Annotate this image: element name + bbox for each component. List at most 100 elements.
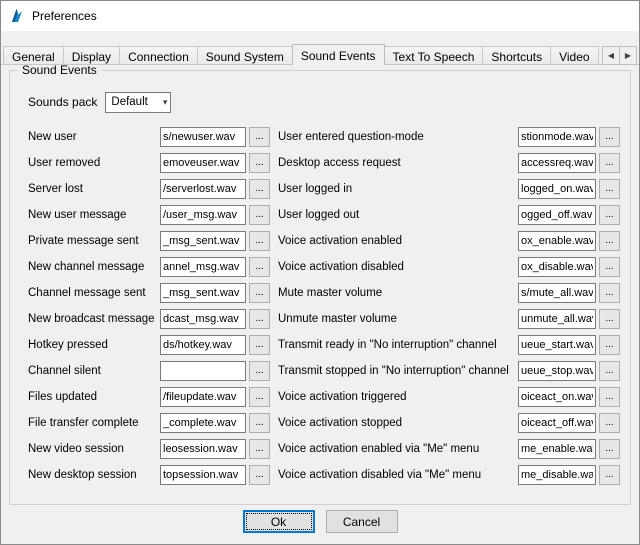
sound-file-input[interactable]	[160, 283, 246, 303]
group-title: Sound Events	[18, 63, 101, 77]
browse-button[interactable]: ...	[599, 387, 620, 407]
event-label: New user	[28, 131, 157, 143]
browse-button[interactable]: ...	[599, 335, 620, 355]
sound-file-input[interactable]	[518, 231, 596, 251]
browse-button[interactable]: ...	[599, 465, 620, 485]
tab-general[interactable]: General	[3, 46, 64, 65]
event-label: User entered question-mode	[278, 131, 515, 143]
browse-button[interactable]: ...	[249, 283, 270, 303]
sound-file-input[interactable]	[160, 127, 246, 147]
browse-button[interactable]: ...	[599, 205, 620, 225]
event-label: Files updated	[28, 391, 157, 403]
tab-scroll-control: ◀ ▶	[603, 46, 637, 65]
sound-file-input[interactable]	[160, 413, 246, 433]
sound-file-input[interactable]	[160, 257, 246, 277]
event-label: Voice activation disabled via "Me" menu	[278, 469, 515, 481]
row-transmit-ready: Transmit ready in "No interruption" chan…	[278, 332, 620, 358]
browse-button[interactable]: ...	[599, 309, 620, 329]
tab-scroll-left-icon[interactable]: ◀	[602, 46, 620, 65]
browse-button[interactable]: ...	[249, 231, 270, 251]
browse-button[interactable]: ...	[249, 465, 270, 485]
browse-button[interactable]: ...	[599, 257, 620, 277]
ok-button[interactable]: Ok	[243, 510, 315, 533]
browse-button[interactable]: ...	[599, 413, 620, 433]
sound-file-input[interactable]	[518, 465, 596, 485]
row-new-user-message: New user message ...	[28, 202, 270, 228]
sound-file-input[interactable]	[160, 205, 246, 225]
browse-button[interactable]: ...	[599, 439, 620, 459]
sound-file-input[interactable]	[518, 335, 596, 355]
sound-file-input[interactable]	[518, 387, 596, 407]
row-voice-activation-stopped: Voice activation stopped ...	[278, 410, 620, 436]
event-label: Voice activation enabled	[278, 235, 515, 247]
event-label: New desktop session	[28, 469, 157, 481]
sound-file-input[interactable]	[160, 335, 246, 355]
browse-button[interactable]: ...	[599, 283, 620, 303]
row-user-removed: User removed ...	[28, 150, 270, 176]
row-mute-master-volume: Mute master volume ...	[278, 280, 620, 306]
browse-button[interactable]: ...	[249, 335, 270, 355]
browse-button[interactable]: ...	[249, 387, 270, 407]
row-server-lost: Server lost ...	[28, 176, 270, 202]
sound-file-input[interactable]	[160, 387, 246, 407]
browse-button[interactable]: ...	[249, 257, 270, 277]
sound-file-input[interactable]	[518, 309, 596, 329]
browse-button[interactable]: ...	[249, 153, 270, 173]
browse-button[interactable]: ...	[249, 205, 270, 225]
sound-file-input[interactable]	[160, 361, 246, 381]
browse-button[interactable]: ...	[249, 309, 270, 329]
event-label: New channel message	[28, 261, 157, 273]
browse-button[interactable]: ...	[249, 413, 270, 433]
event-label: Server lost	[28, 183, 157, 195]
browse-button[interactable]: ...	[599, 153, 620, 173]
sounds-pack-select[interactable]: Default ▾	[105, 92, 171, 113]
window-title: Preferences	[32, 9, 97, 23]
tab-scroll-right-icon[interactable]: ▶	[619, 46, 637, 65]
event-label: Channel message sent	[28, 287, 157, 299]
event-label: New broadcast message	[28, 313, 157, 325]
sound-file-input[interactable]	[160, 153, 246, 173]
sound-file-input[interactable]	[160, 465, 246, 485]
sound-file-input[interactable]	[518, 205, 596, 225]
row-unmute-master-volume: Unmute master volume ...	[278, 306, 620, 332]
sound-file-input[interactable]	[518, 413, 596, 433]
browse-button[interactable]: ...	[249, 439, 270, 459]
row-transmit-stopped: Transmit stopped in "No interruption" ch…	[278, 358, 620, 384]
event-label: User logged out	[278, 209, 515, 221]
tab-shortcuts[interactable]: Shortcuts	[482, 46, 551, 65]
sound-file-input[interactable]	[160, 179, 246, 199]
browse-button[interactable]: ...	[249, 361, 270, 381]
sound-file-input[interactable]	[518, 361, 596, 381]
sound-file-input[interactable]	[518, 127, 596, 147]
browse-button[interactable]: ...	[599, 361, 620, 381]
browse-button[interactable]: ...	[249, 179, 270, 199]
tab-sound-system[interactable]: Sound System	[197, 46, 293, 65]
row-new-video-session: New video session ...	[28, 436, 270, 462]
browse-button[interactable]: ...	[599, 231, 620, 251]
browse-button[interactable]: ...	[599, 127, 620, 147]
sound-file-input[interactable]	[160, 231, 246, 251]
event-label: Mute master volume	[278, 287, 515, 299]
sound-events-group: Sound Events Sounds pack Default ▾ New u…	[9, 70, 631, 505]
tab-text-to-speech[interactable]: Text To Speech	[384, 46, 484, 65]
row-user-logged-out: User logged out ...	[278, 202, 620, 228]
row-desktop-access-request: Desktop access request ...	[278, 150, 620, 176]
sound-file-input[interactable]	[160, 439, 246, 459]
tab-display[interactable]: Display	[63, 46, 120, 65]
event-label: User logged in	[278, 183, 515, 195]
row-new-channel-message: New channel message ...	[28, 254, 270, 280]
tab-connection[interactable]: Connection	[119, 46, 198, 65]
event-label: Desktop access request	[278, 157, 515, 169]
browse-button[interactable]: ...	[599, 179, 620, 199]
tab-video[interactable]: Video	[550, 46, 598, 65]
sound-file-input[interactable]	[518, 257, 596, 277]
sound-file-input[interactable]	[160, 309, 246, 329]
browse-button[interactable]: ...	[249, 127, 270, 147]
sound-file-input[interactable]	[518, 153, 596, 173]
sound-file-input[interactable]	[518, 283, 596, 303]
sound-file-input[interactable]	[518, 179, 596, 199]
tab-sound-events[interactable]: Sound Events	[292, 44, 385, 65]
sound-file-input[interactable]	[518, 439, 596, 459]
row-voice-activation-enabled: Voice activation enabled ...	[278, 228, 620, 254]
cancel-button[interactable]: Cancel	[326, 510, 398, 533]
